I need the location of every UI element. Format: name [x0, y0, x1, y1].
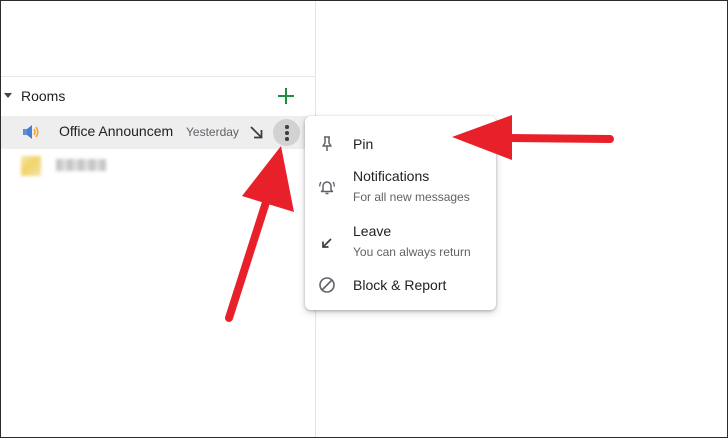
menu-sub-notifications: For all new messages [353, 190, 470, 204]
menu-label-block-report: Block & Report [353, 277, 447, 293]
divider [1, 76, 315, 77]
menu-item-block-report[interactable]: Block & Report [305, 271, 496, 307]
redacted-room-name [56, 159, 106, 171]
room-timestamp: Yesterday [186, 125, 239, 139]
pin-icon [318, 135, 336, 153]
bell-icon [318, 178, 336, 196]
menu-sub-leave: You can always return [353, 245, 471, 259]
room-row-office-announcements[interactable]: Office Announcements Yesterday [1, 116, 315, 149]
plus-icon[interactable] [275, 85, 297, 107]
menu-label-pin: Pin [353, 136, 374, 152]
rooms-section-header[interactable]: Rooms [1, 85, 315, 109]
caret-down-icon[interactable] [4, 93, 12, 98]
snooze-icon[interactable] [249, 125, 264, 140]
room-name: Office Announcements [59, 123, 173, 139]
menu-item-notifications[interactable]: Notifications For all new messages [305, 164, 496, 212]
speaker-icon [22, 124, 40, 140]
menu-label-leave: Leave [353, 223, 392, 239]
menu-item-pin[interactable]: Pin [305, 124, 496, 162]
more-vert-icon[interactable] [273, 119, 300, 146]
room-row-redacted[interactable] [1, 151, 315, 179]
avatar [21, 156, 41, 176]
menu-label-notifications: Notifications [353, 168, 430, 184]
leave-icon [318, 234, 336, 252]
room-context-menu: Pin Notifications For all new messages L… [305, 116, 496, 310]
block-icon [318, 276, 336, 294]
menu-item-leave[interactable]: Leave You can always return [305, 219, 496, 267]
rooms-section-label: Rooms [21, 88, 66, 104]
sidebar: Rooms Office Announcements Yesterday [1, 1, 316, 437]
